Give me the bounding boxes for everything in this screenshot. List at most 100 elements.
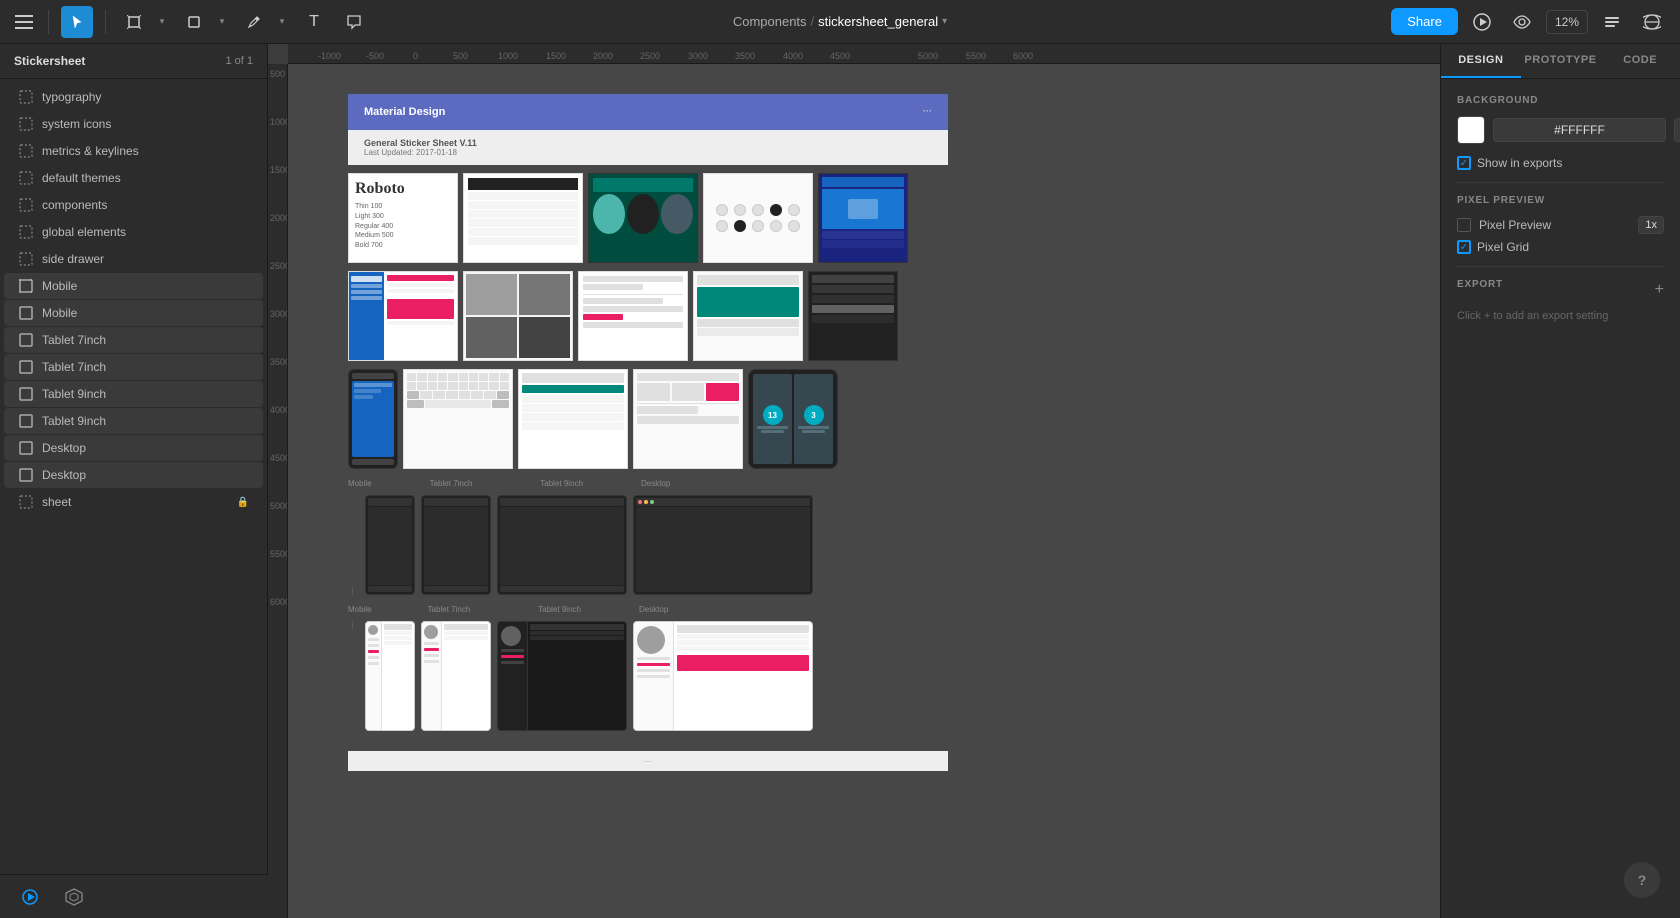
frame-icon	[18, 386, 34, 402]
tool-group-pen: ▾	[238, 6, 290, 38]
v-ruler-mark: 6000	[268, 597, 287, 607]
frame-icon	[18, 278, 34, 294]
section-labels-1: Mobile Tablet 7inch Tablet 9inch Desktop	[348, 473, 948, 491]
community-resources-button[interactable]	[14, 881, 46, 913]
export-add-button[interactable]: +	[1655, 281, 1664, 299]
dashed-frame-icon	[18, 224, 34, 240]
background-opacity-input[interactable]	[1674, 118, 1680, 142]
share-button[interactable]: Share	[1391, 8, 1458, 35]
breadcrumb-separator: /	[811, 14, 815, 29]
frame-icon	[18, 413, 34, 429]
layer-item-tablet9-1[interactable]: Tablet 9inch	[4, 381, 263, 407]
pixel-preview-value[interactable]: 1x	[1638, 216, 1664, 234]
layer-item-global-elements[interactable]: global elements	[4, 219, 263, 245]
filename-dropdown-arrow[interactable]: ▾	[942, 16, 947, 27]
layer-item-components[interactable]: components	[4, 192, 263, 218]
ruler-mark: 0	[413, 51, 418, 61]
help-button[interactable]: ?	[1624, 862, 1660, 898]
frame-blue-ui	[818, 173, 908, 263]
frame-roboto: Roboto Thin 100 Light 300 Regular 400 Me…	[348, 173, 458, 263]
background-section-header: BACKGROUND	[1457, 95, 1664, 106]
layer-item-default-themes[interactable]: default themes	[4, 165, 263, 191]
layer-item-sheet[interactable]: sheet 🔒	[4, 489, 263, 515]
move-tool-button[interactable]	[61, 6, 93, 38]
zoom-level[interactable]: 12%	[1546, 10, 1588, 34]
pen-tool-button[interactable]	[238, 6, 270, 38]
comment-tool-button[interactable]	[338, 6, 370, 38]
layer-item-desktop-1[interactable]: Desktop	[4, 435, 263, 461]
ruler-mark: 4000	[783, 51, 803, 61]
layer-item-mobile-2[interactable]: Mobile	[4, 300, 263, 326]
layer-name-tablet9-1: Tablet 9inch	[42, 387, 249, 401]
frame-dots	[703, 173, 813, 263]
layer-name-components: components	[42, 198, 249, 212]
layer-item-tablet9-2[interactable]: Tablet 9inch	[4, 408, 263, 434]
frame-dropdown-button[interactable]: ▾	[154, 6, 170, 38]
layer-item-desktop-2[interactable]: Desktop	[4, 462, 263, 488]
pixel-preview-label: Pixel Preview	[1479, 218, 1630, 232]
tab-prototype[interactable]: PROTOTYPE	[1521, 44, 1601, 78]
frame-row-2	[348, 267, 948, 365]
canvas-document: Material Design ··· General Sticker Shee…	[348, 94, 948, 771]
frame-tablet7-light-sidebar	[421, 621, 491, 731]
tool-group-move	[61, 6, 93, 38]
layer-name-desktop-2: Desktop	[42, 468, 249, 482]
layer-item-typography[interactable]: typography	[4, 84, 263, 110]
ruler-mark: 4500	[830, 51, 850, 61]
pixel-grid-row: Pixel Grid	[1457, 240, 1664, 254]
layer-item-tablet7-1[interactable]: Tablet 7inch	[4, 327, 263, 353]
layer-name-side-drawer: side drawer	[42, 252, 249, 266]
layer-item-tablet7-2[interactable]: Tablet 7inch	[4, 354, 263, 380]
v-ruler-mark: 4500	[268, 453, 287, 463]
shape-tool-button[interactable]	[178, 6, 210, 38]
dashed-frame-icon	[18, 89, 34, 105]
frame-gray-grid	[463, 271, 573, 361]
ruler-mark: -1000	[318, 51, 341, 61]
vertical-ruler: 500 1000 1500 2000 2500 3000 3500 4000 4…	[268, 64, 288, 918]
tab-design[interactable]: DESIGN	[1441, 44, 1521, 78]
frame-nav-controls	[633, 369, 743, 469]
bottom-left-panel	[0, 874, 268, 918]
menu-button[interactable]	[12, 10, 36, 34]
layer-name-tablet9-2: Tablet 9inch	[42, 414, 249, 428]
pixel-preview-row: Pixel Preview 1x	[1457, 216, 1664, 234]
tab-code[interactable]: CODE	[1600, 44, 1680, 78]
frame-desktop-dark	[633, 495, 813, 595]
ruler-mark: 500	[453, 51, 468, 61]
community-button[interactable]	[1636, 6, 1668, 38]
frame-row-3: 13 3	[348, 365, 948, 473]
background-color-input[interactable]	[1493, 118, 1666, 142]
layer-item-side-drawer[interactable]: side drawer	[4, 246, 263, 272]
frame-tool-button[interactable]	[118, 6, 150, 38]
layer-item-mobile-1[interactable]: Mobile	[4, 273, 263, 299]
horizontal-ruler: -1000 -500 0 500 1000 1500 2000 2500 300…	[288, 44, 1440, 64]
text-tool-button[interactable]: T	[298, 6, 330, 38]
breadcrumb-filename[interactable]: stickersheet_general	[818, 14, 938, 29]
layer-item-metrics[interactable]: metrics & keylines	[4, 138, 263, 164]
show-in-exports-checkbox[interactable]	[1457, 156, 1471, 170]
ruler-mark: 2500	[640, 51, 660, 61]
shape-dropdown-button[interactable]: ▾	[214, 6, 230, 38]
ruler-mark: 3500	[735, 51, 755, 61]
canvas-content[interactable]: Material Design ··· General Sticker Shee…	[288, 64, 1440, 918]
plugins-button[interactable]	[58, 881, 90, 913]
ruler-mark: 1500	[546, 51, 566, 61]
present-button[interactable]	[1466, 6, 1498, 38]
frame-keyboard	[403, 369, 513, 469]
tool-group-frame: ▾	[118, 6, 170, 38]
v-ruler-mark: 5000	[268, 501, 287, 511]
export-section: EXPORT + Click + to add an export settin…	[1457, 279, 1664, 322]
show-in-exports-row: Show in exports	[1457, 156, 1664, 170]
pen-dropdown-button[interactable]: ▾	[274, 6, 290, 38]
background-color-swatch[interactable]	[1457, 116, 1485, 144]
pixel-preview-checkbox[interactable]	[1457, 218, 1471, 232]
layer-item-system-icons[interactable]: system icons	[4, 111, 263, 137]
library-button[interactable]	[1596, 6, 1628, 38]
breadcrumb-components[interactable]: Components	[733, 14, 807, 29]
pixel-preview-section: PIXEL PREVIEW Pixel Preview 1x Pixel Gri…	[1457, 195, 1664, 254]
frame-typo-table	[463, 173, 583, 263]
frame-icon	[18, 467, 34, 483]
preview-button[interactable]	[1506, 6, 1538, 38]
pixel-grid-checkbox[interactable]	[1457, 240, 1471, 254]
frame-teal	[588, 173, 698, 263]
